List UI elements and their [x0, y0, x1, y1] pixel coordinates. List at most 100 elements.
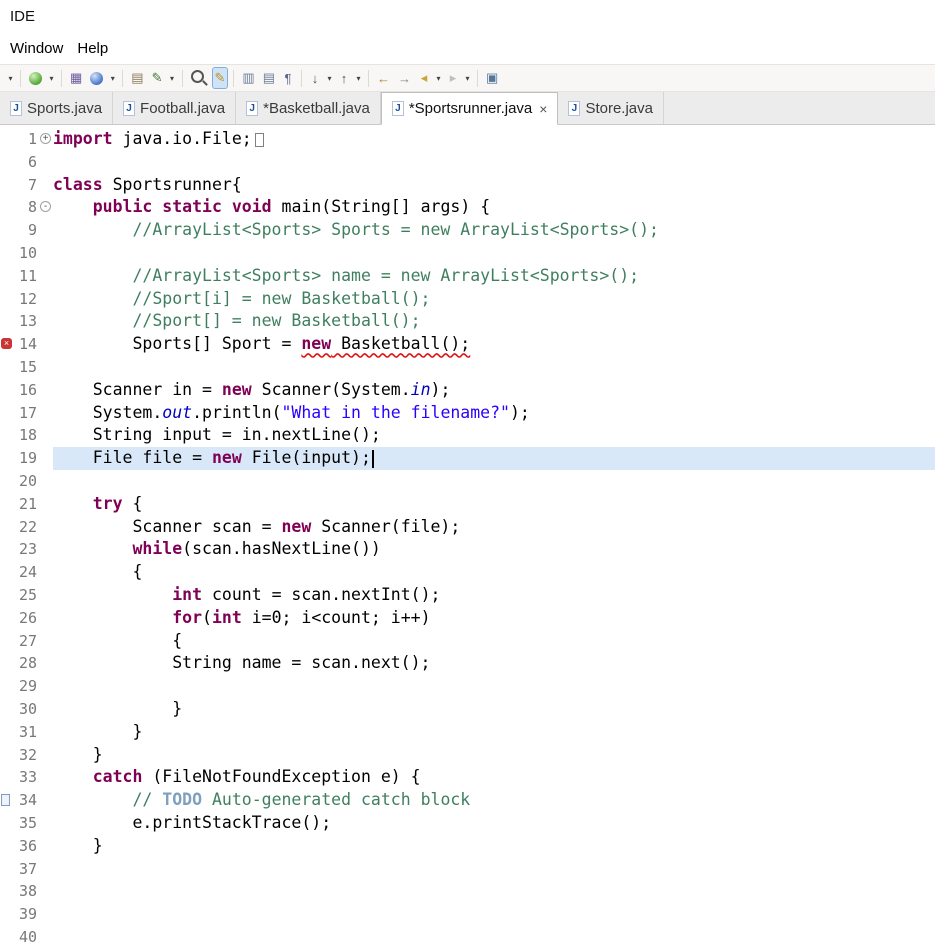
code-line: 12 //Sport[i] = new Basketball();	[0, 288, 935, 311]
last-edit-location-button[interactable]: ←	[374, 67, 393, 89]
marker-column	[0, 630, 13, 653]
marker-column	[0, 196, 13, 219]
code-editor[interactable]: 1 + import java.io.File; 6 7 class Sportsrunn…	[0, 125, 935, 946]
fold-column	[37, 174, 53, 197]
toolbar-separator	[233, 69, 235, 87]
fold-column	[37, 766, 53, 789]
tab-storejava[interactable]: J Store.java	[558, 92, 664, 124]
fold-column: +	[37, 128, 53, 151]
debug-button[interactable]	[87, 67, 106, 89]
debug-dropdown[interactable]: ▾	[108, 67, 117, 89]
marker-column	[0, 424, 13, 447]
back-button[interactable]: ◂	[416, 67, 432, 89]
code-line: 6	[0, 151, 935, 174]
code-line: 10	[0, 242, 935, 265]
tab-sportsrunnerjava[interactable]: J *Sportsrunner.java ×	[380, 92, 559, 125]
external-tools-button[interactable]: ✎	[149, 67, 166, 89]
code-line: 16 Scanner in = new Scanner(System.in);	[0, 379, 935, 402]
fold-column	[37, 903, 53, 926]
code-line: 27 {	[0, 630, 935, 653]
folded-region-box[interactable]	[254, 132, 264, 147]
marker-column	[0, 219, 13, 242]
code-line: 28 String name = scan.next();	[0, 652, 935, 675]
line-number: 18	[18, 426, 37, 445]
text-cursor	[371, 449, 374, 468]
marker-column	[0, 242, 13, 265]
forward-dropdown[interactable]: ▾	[463, 67, 472, 89]
code-line: 23 while(scan.hasNextLine())	[0, 538, 935, 561]
fold-column	[37, 310, 53, 333]
line-number: 23	[18, 540, 37, 559]
fold-column	[37, 744, 53, 767]
task-marker-icon[interactable]	[1, 794, 10, 807]
line-number: 36	[18, 836, 37, 855]
tab-sportsjava[interactable]: J Sports.java	[0, 92, 114, 124]
line-number: 15	[18, 357, 37, 376]
run-button[interactable]	[26, 67, 45, 89]
code-text: System.out.println("What in the filename…	[53, 402, 530, 422]
toolbar-separator	[61, 69, 62, 87]
prev-annotation-button[interactable]: ↑	[336, 67, 352, 89]
tab-label: *Basketball.java	[263, 99, 370, 117]
mark-occurrences-toggle[interactable]: ✎	[211, 67, 229, 89]
new-editor-window-button[interactable]: ▣	[483, 67, 501, 89]
code-text: public static void main(String[] args) {	[92, 197, 491, 217]
previous-edit-location-button[interactable]: →	[395, 67, 414, 89]
window-title: IDE	[10, 8, 36, 25]
back-dropdown[interactable]: ▾	[434, 67, 443, 89]
next-annotation-button[interactable]: ↓	[307, 67, 323, 89]
java-search-button[interactable]	[188, 67, 210, 89]
fold-column	[37, 516, 53, 539]
pilcrow-button[interactable]: ¶	[280, 67, 296, 89]
print-button[interactable]: ▤	[128, 67, 146, 89]
fold-expanded-icon[interactable]: -	[40, 201, 51, 213]
code-text: }	[53, 744, 103, 764]
line-number: 39	[18, 905, 37, 924]
marker-column	[0, 151, 13, 174]
code-line: 29	[0, 675, 935, 698]
fold-column	[37, 447, 53, 470]
run-dropdown[interactable]: ▾	[47, 67, 56, 89]
tab-basketballjava[interactable]: J *Basketball.java	[236, 92, 381, 124]
menu-window[interactable]: Window	[10, 40, 63, 57]
toolbar-separator	[181, 69, 183, 87]
show-whitespace-button[interactable]: ▥	[239, 67, 257, 89]
toolbar-separator	[122, 69, 124, 87]
code-line: 1 + import java.io.File;	[0, 128, 935, 151]
code-text: }	[53, 721, 143, 741]
code-text: import java.io.File;	[53, 128, 935, 151]
forward-button[interactable]: ▸	[445, 67, 461, 89]
fold-column	[37, 858, 53, 881]
java-file-icon: J	[246, 100, 259, 116]
code-text: e.printStackTrace();	[53, 812, 332, 832]
code-line: 30 }	[0, 698, 935, 721]
close-tab-icon[interactable]: ×	[539, 102, 547, 116]
marker-column	[0, 265, 13, 288]
line-number: 21	[18, 494, 37, 513]
show-source-button[interactable]: ▤	[260, 67, 278, 89]
marker-column	[0, 903, 13, 926]
code-text: //Sport[] = new Basketball();	[53, 311, 421, 331]
line-number: 19	[18, 449, 37, 468]
new-java-project-button[interactable]: ▦	[67, 67, 85, 89]
code-text: String input = in.nextLine();	[53, 425, 381, 445]
marker-column	[0, 835, 13, 858]
error-marker-icon[interactable]: ×	[1, 338, 12, 350]
fold-collapsed-icon[interactable]: +	[40, 133, 51, 144]
prev-annotation-dropdown[interactable]: ▾	[354, 67, 363, 89]
tab-footballjava[interactable]: J Football.java	[113, 92, 237, 124]
marker-column	[0, 174, 13, 197]
menu-help[interactable]: Help	[77, 40, 108, 57]
next-annotation-dropdown[interactable]: ▾	[325, 67, 334, 89]
fold-column	[37, 538, 53, 561]
line-number: 8	[27, 198, 37, 217]
fold-column	[37, 584, 53, 607]
code-text: // TODO Auto-generated catch block	[53, 790, 471, 810]
quick-access-dropdown[interactable]: ▾	[6, 67, 15, 89]
code-text: class Sportsrunner{	[53, 174, 242, 194]
marker-column	[0, 561, 13, 584]
external-tools-dropdown[interactable]: ▾	[168, 67, 177, 89]
